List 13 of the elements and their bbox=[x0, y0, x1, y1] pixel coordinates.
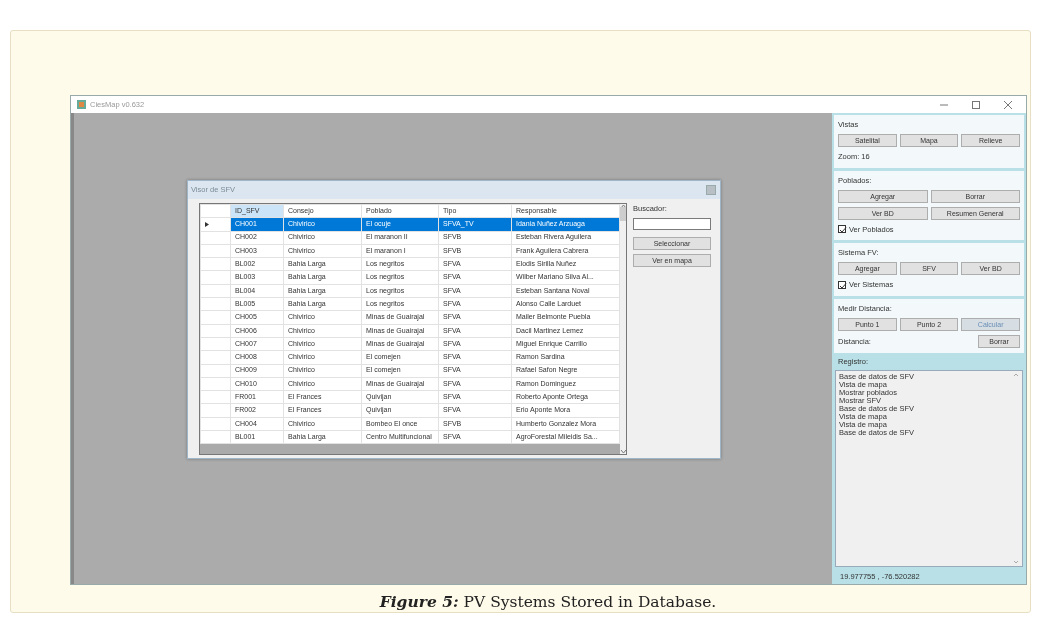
scroll-down-icon[interactable] bbox=[620, 449, 626, 454]
scrollbar-thumb[interactable] bbox=[620, 207, 626, 221]
scroll-up-icon[interactable] bbox=[620, 204, 626, 209]
app-icon bbox=[77, 100, 86, 109]
close-icon[interactable] bbox=[1004, 100, 1012, 109]
row-pointer-icon bbox=[205, 221, 209, 227]
checkbox[interactable] bbox=[838, 225, 846, 234]
scroll-down-icon[interactable] bbox=[1013, 560, 1019, 564]
maximize-icon[interactable] bbox=[972, 100, 980, 109]
scroll-up-icon[interactable] bbox=[1013, 373, 1019, 377]
checkbox[interactable] bbox=[838, 280, 846, 289]
figure-caption: Figure 5: PV Systems Stored in Database. bbox=[378, 591, 718, 613]
search-field[interactable] bbox=[633, 218, 711, 231]
